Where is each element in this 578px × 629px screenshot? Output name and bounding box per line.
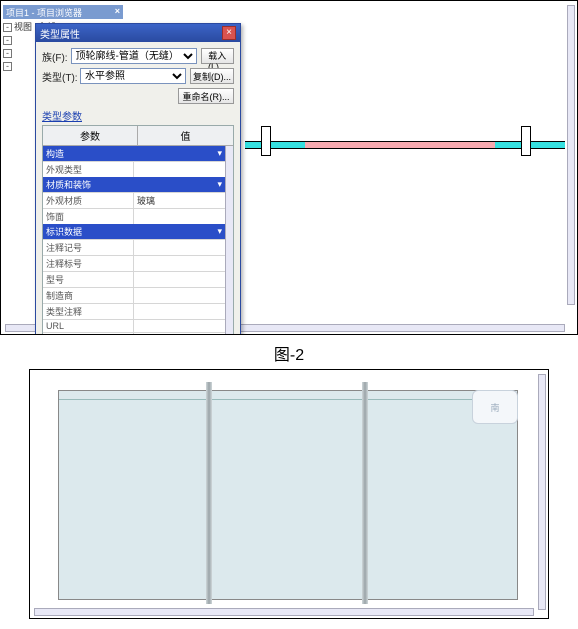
close-icon[interactable]: × [115,6,120,16]
rename-button[interactable]: 重命名(R)... [178,88,234,104]
bottom-screenshot: 南 [29,369,549,619]
param-row[interactable]: 外观材质玻璃 [43,192,225,208]
param-row[interactable]: URL [43,319,225,332]
project-browser-title: 项目1 - 项目浏览器 [6,8,82,18]
param-row[interactable]: 类型注释 [43,303,225,319]
dialog-close-button[interactable]: × [222,26,236,40]
family-label: 族(F): [42,49,71,64]
param-value[interactable] [134,256,225,271]
view-cube-label: 南 [490,401,499,414]
param-row[interactable]: 外观类型 [43,161,225,177]
type-properties-dialog: 类型属性 × 族(F): 顶轮廓线-管道（无缝） 载入(L)... 类型(T):… [35,23,241,335]
param-name: 类型注释 [43,304,134,319]
param-name: 注释记号 [43,240,134,255]
param-name: 型号 [43,272,134,287]
param-name: 外观材质 [43,193,134,208]
mullion-left[interactable] [261,126,271,156]
tree-root[interactable]: -视图 (全部) [3,21,33,34]
top-screenshot: 项目1 - 项目浏览器 × -视图 (全部) - - - 类型属性 × 族(F)… [0,0,578,335]
grid-scrollbar[interactable] [225,146,233,335]
project-browser-tree[interactable]: -视图 (全部) - - - [3,21,33,301]
param-value[interactable] [134,304,225,319]
grid-header-param: 参数 [43,126,138,145]
chevron-icon: ▾ [217,179,222,190]
param-row[interactable]: 注释记号 [43,239,225,255]
mullion-post[interactable] [362,382,368,604]
type-params-link[interactable]: 类型参数 [42,108,234,123]
curtain-wall-panel[interactable] [58,390,518,600]
param-row[interactable]: 说明 [43,332,225,335]
group-header[interactable]: 材质和装饰▾ [43,177,225,192]
group-header[interactable]: 构造▾ [43,146,225,161]
figure-caption: 图-2 [0,341,578,365]
param-value[interactable] [134,288,225,303]
dialog-body: 族(F): 顶轮廓线-管道（无缝） 载入(L)... 类型(T): 水平参照 复… [36,42,240,335]
scrollbar-vertical[interactable] [567,5,575,305]
param-value[interactable] [134,209,225,224]
param-name: 饰面 [43,209,134,224]
collapse-icon[interactable]: - [3,49,12,58]
chevron-icon: ▾ [217,226,222,237]
load-button[interactable]: 载入(L)... [201,48,235,64]
family-select[interactable]: 顶轮廓线-管道（无缝） [71,48,197,64]
param-value[interactable] [134,272,225,287]
collapse-icon[interactable]: - [3,62,12,71]
param-value[interactable] [134,162,225,177]
dialog-title: 类型属性 [40,26,80,41]
tree-node[interactable]: - [3,60,33,73]
param-value[interactable] [134,240,225,255]
wall-segment-pink[interactable] [305,141,495,149]
group-header[interactable]: 标识数据▾ [43,224,225,239]
tree-node[interactable]: - [3,47,33,60]
param-value[interactable]: 玻璃 [134,193,225,208]
param-row[interactable]: 型号 [43,271,225,287]
type-label: 类型(T): [42,69,80,84]
view-cube[interactable]: 南 [472,390,518,424]
param-name: 说明 [43,333,134,335]
param-value[interactable] [134,320,225,332]
mullion-post[interactable] [206,382,212,604]
scrollbar-horizontal[interactable] [34,608,534,616]
duplicate-button[interactable]: 复制(D)... [190,68,234,84]
collapse-icon[interactable]: - [3,23,12,32]
param-name: URL [43,320,134,332]
grid-header-value: 值 [138,126,233,145]
param-row[interactable]: 注释标号 [43,255,225,271]
parameter-grid: 参数 值 构造▾外观类型材质和装饰▾外观材质玻璃饰面标识数据▾注释记号注释标号型… [42,125,234,335]
dialog-titlebar[interactable]: 类型属性 × [36,24,240,42]
scrollbar-vertical[interactable] [538,374,546,610]
param-row[interactable]: 制造商 [43,287,225,303]
wall-segment-cyan-left[interactable] [245,141,305,149]
mullion-right[interactable] [521,126,531,156]
param-row[interactable]: 饰面 [43,208,225,224]
param-name: 制造商 [43,288,134,303]
tree-node[interactable]: - [3,34,33,47]
param-name: 外观类型 [43,162,134,177]
chevron-icon: ▾ [217,148,222,159]
param-name: 注释标号 [43,256,134,271]
param-value[interactable] [134,333,225,335]
collapse-icon[interactable]: - [3,36,12,45]
project-browser-titlebar[interactable]: 项目1 - 项目浏览器 × [3,5,123,19]
type-select[interactable]: 水平参照 [80,68,186,84]
grid-header: 参数 值 [43,126,233,146]
